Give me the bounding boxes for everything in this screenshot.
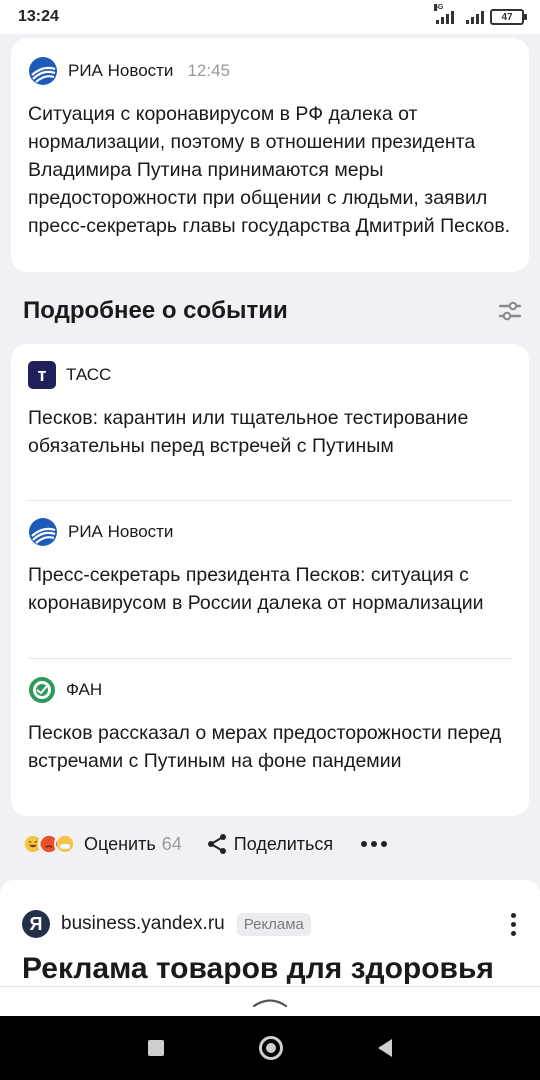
story-item-ria[interactable]: РИА Новости Пресс-секретарь президента П… — [28, 501, 512, 659]
yandex-logo-letter: Я — [29, 913, 43, 934]
story-source-row: ФАН — [28, 675, 512, 705]
ad-menu-icon[interactable] — [511, 912, 516, 936]
action-bar: Оценить 64 Поделиться — [22, 828, 388, 860]
story-title[interactable]: Песков: карантин или тщательное тестиров… — [28, 404, 512, 460]
fan-logo-icon — [29, 677, 55, 703]
story-source-name[interactable]: ФАН — [66, 680, 102, 700]
ria-novosti-logo-icon — [29, 57, 57, 85]
tass-logo-letter: т — [37, 364, 47, 385]
story-title[interactable]: Песков рассказал о мерах предосторожност… — [28, 719, 512, 775]
navigation-bar — [0, 1016, 540, 1080]
filter-settings-icon[interactable] — [497, 298, 523, 324]
chevron-up-icon — [252, 998, 288, 1007]
battery-level: 47 — [501, 11, 513, 23]
ad-badge: Реклама — [236, 912, 311, 936]
section-header: Подробнее о событии — [23, 292, 523, 330]
home-icon[interactable] — [258, 1036, 283, 1060]
back-icon[interactable] — [378, 1039, 393, 1057]
ria-novosti-logo-icon — [29, 518, 57, 546]
ad-domain[interactable]: business.yandex.ru — [61, 913, 225, 935]
bottom-sheet-handle[interactable] — [0, 986, 540, 1016]
story-title[interactable]: Пресс-секретарь президента Песков: ситуа… — [28, 561, 512, 617]
rate-button[interactable]: Оценить — [84, 834, 156, 855]
lead-text[interactable]: Ситуация с коронавирусом в РФ далека от … — [28, 100, 512, 240]
signal-4g-icon: 4G — [434, 4, 454, 24]
reactions-group[interactable] — [22, 833, 76, 855]
share-button[interactable]: Поделиться — [206, 833, 333, 855]
status-icons: 4G 47 — [434, 4, 527, 25]
related-stories-card: т ТАСС Песков: карантин или тщательное т… — [11, 344, 529, 816]
rate-count: 64 — [161, 833, 182, 854]
story-source-name[interactable]: ТАСС — [66, 365, 111, 385]
share-label: Поделиться — [233, 833, 334, 854]
yandex-logo-icon: Я — [22, 910, 50, 938]
story-source-row: РИА Новости — [28, 517, 512, 547]
ad-card[interactable]: Я business.yandex.ru Реклама Реклама тов… — [0, 880, 540, 990]
signal-icon — [466, 10, 484, 24]
section-title: Подробнее о событии — [23, 297, 288, 324]
story-source-row: т ТАСС — [28, 360, 512, 390]
more-options-icon[interactable] — [361, 841, 388, 847]
story-item-tass[interactable]: т ТАСС Песков: карантин или тщательное т… — [28, 344, 512, 501]
lead-source-row: РИА Новости 12:45 — [28, 56, 512, 86]
lead-time: 12:45 — [187, 61, 230, 80]
battery-icon: 47 — [490, 9, 527, 25]
story-source-name[interactable]: РИА Новости — [68, 522, 173, 542]
status-time: 13:24 — [18, 8, 59, 25]
ad-header-row: Я business.yandex.ru Реклама — [22, 910, 518, 938]
lead-news-card[interactable]: РИА Новости 12:45 Ситуация с коронавирус… — [11, 38, 529, 272]
status-bar: 13:24 4G 47 — [0, 0, 540, 34]
tass-logo-icon: т — [28, 361, 56, 389]
network-type-label: 4G — [434, 4, 444, 11]
mask-emoji-icon — [54, 833, 76, 855]
story-item-fan[interactable]: ФАН Песков рассказал о мерах предосторож… — [28, 659, 512, 814]
lead-source-name[interactable]: РИА Новости — [68, 61, 173, 81]
recent-apps-icon[interactable] — [147, 1040, 164, 1056]
share-icon — [207, 834, 226, 854]
